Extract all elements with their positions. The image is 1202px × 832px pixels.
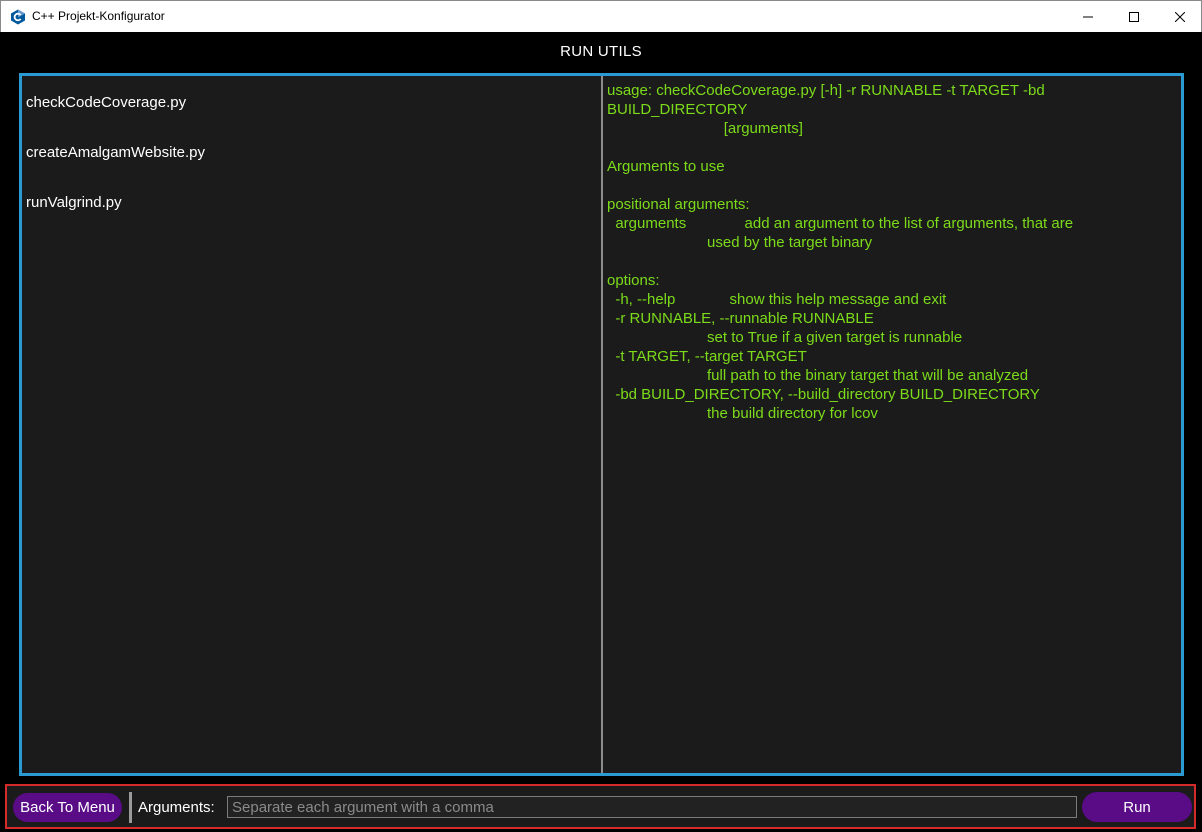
close-button[interactable] [1157, 1, 1202, 32]
title-bar: C++ Projekt-Konfigurator [0, 0, 1202, 32]
arguments-input[interactable] [227, 796, 1077, 818]
close-icon [1175, 11, 1185, 22]
window-title: C++ Projekt-Konfigurator [32, 9, 165, 23]
action-bar: Back To Menu Arguments: Run [5, 784, 1196, 829]
help-output-text: usage: checkCodeCoverage.py [-h] -r RUNN… [607, 82, 1074, 422]
maximize-icon [1129, 11, 1139, 22]
page-title: RUN UTILS [560, 42, 642, 60]
app-window: RUN UTILS checkCodeCoverage.py createAma… [1, 32, 1201, 831]
utils-panel: checkCodeCoverage.py createAmalgamWebsit… [19, 73, 1184, 776]
script-item-create-amalgam-website[interactable]: createAmalgamWebsite.py [26, 144, 205, 161]
help-output-pane: usage: checkCodeCoverage.py [-h] -r RUNN… [603, 76, 1181, 773]
script-list: checkCodeCoverage.py createAmalgamWebsit… [22, 76, 601, 773]
maximize-button[interactable] [1111, 1, 1157, 32]
cpp-logo-icon [11, 9, 25, 25]
back-to-menu-button[interactable]: Back To Menu [13, 793, 122, 822]
minimize-icon [1083, 16, 1093, 17]
separator [129, 792, 132, 823]
arguments-label: Arguments: [138, 799, 215, 816]
script-item-run-valgrind[interactable]: runValgrind.py [26, 194, 122, 211]
script-item-check-code-coverage[interactable]: checkCodeCoverage.py [26, 94, 186, 111]
minimize-button[interactable] [1065, 1, 1111, 32]
run-button[interactable]: Run [1082, 792, 1192, 822]
